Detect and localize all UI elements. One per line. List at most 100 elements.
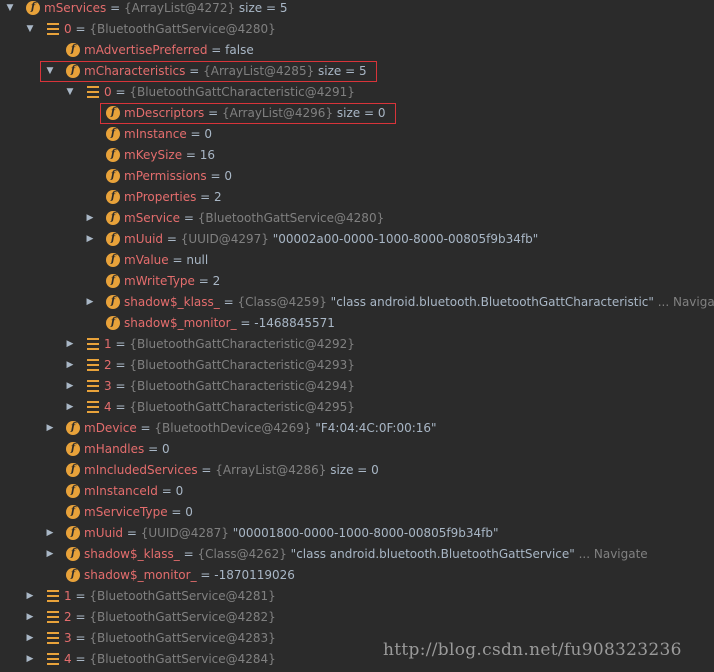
collapsed-arrow-icon[interactable]: ▶ — [44, 418, 56, 439]
variable-value: "00002a00-0000-1000-8000-00805f9b34fb" — [272, 232, 539, 246]
collapsed-arrow-icon[interactable]: ▶ — [24, 649, 36, 670]
variable-label: 4 = {BluetoothGattService@4284} — [64, 652, 276, 666]
variable-reference: {BluetoothGattService@4280} — [197, 211, 385, 225]
variable-label: 4 = {BluetoothGattCharacteristic@4295} — [104, 400, 355, 414]
tree-row[interactable]: ▼ 0 = {BluetoothGattService@4280} — [0, 19, 714, 40]
collapsed-arrow-icon[interactable]: ▶ — [24, 628, 36, 649]
variable-name: mIncludedServices — [84, 463, 198, 477]
tree-row[interactable]: f mWriteType = 2 — [0, 271, 714, 292]
variable-reference: {BluetoothGattCharacteristic@4295} — [129, 400, 355, 414]
variable-name: shadow$_klass_ — [124, 295, 220, 309]
tree-row[interactable]: ▶ f mUuid = {UUID@4297} "00002a00-0000-100… — [0, 229, 714, 250]
tree-row[interactable]: ▶ 4 = {BluetoothGattCharacteristic@4295} — [0, 397, 714, 418]
tree-row[interactable]: f mIncludedServices = {ArrayList@4286} si… — [0, 460, 714, 481]
variable-label: mInstanceId = 0 — [84, 484, 184, 498]
tree-row[interactable]: f mHandles = 0 — [0, 439, 714, 460]
variable-name: mProperties — [124, 190, 197, 204]
variable-value: 0 — [224, 169, 232, 183]
tree-row[interactable]: ▶ f mDevice = {BluetoothDevice@4269} "F4:0… — [0, 418, 714, 439]
expanded-arrow-icon[interactable]: ▼ — [4, 0, 16, 19]
tree-row[interactable]: f mPermissions = 0 — [0, 166, 714, 187]
tree-row[interactable]: ▶ 1 = {BluetoothGattService@4281} — [0, 586, 714, 607]
tree-row[interactable]: ▶ f shadow$_klass_ = {Class@4259} "class a… — [0, 292, 714, 313]
tree-row[interactable]: f mKeySize = 16 — [0, 145, 714, 166]
variable-name: 4 — [104, 400, 112, 414]
collapsed-arrow-icon[interactable]: ▶ — [84, 292, 96, 313]
variable-name: mWriteType — [124, 274, 195, 288]
field-icon: f — [106, 253, 120, 267]
tree-row[interactable]: ▶ 3 = {BluetoothGattCharacteristic@4294} — [0, 376, 714, 397]
variable-name: 3 — [104, 379, 112, 393]
variable-name: mInstance — [124, 127, 187, 141]
collapsed-arrow-icon[interactable]: ▶ — [44, 544, 56, 565]
tree-row[interactable]: f shadow$_monitor_ = -1468845571 — [0, 313, 714, 334]
expanded-arrow-icon[interactable]: ▼ — [24, 19, 36, 40]
variable-name: 2 — [104, 358, 112, 372]
variable-value: 2 — [214, 190, 222, 204]
collapsed-arrow-icon[interactable]: ▶ — [64, 355, 76, 376]
navigate-link[interactable]: ... Navigate — [575, 547, 648, 561]
variable-reference: {BluetoothGattService@4282} — [89, 610, 276, 624]
field-icon: f — [66, 526, 80, 540]
variable-label: shadow$_monitor_ = -1870119026 — [84, 568, 295, 582]
variable-label: mValue = null — [124, 253, 209, 267]
tree-row[interactable]: ▶ f mService = {BluetoothGattService@4280} — [0, 208, 714, 229]
variable-label: mService = {BluetoothGattService@4280} — [124, 211, 385, 225]
variable-name: mUuid — [84, 526, 124, 540]
variable-name: mPermissions — [124, 169, 207, 183]
variable-name: mInstanceId — [84, 484, 158, 498]
field-icon: f — [66, 547, 80, 561]
list-item-icon — [47, 653, 59, 665]
variable-reference: {ArrayList@4286} — [215, 463, 327, 477]
field-icon: f — [106, 148, 120, 162]
tree-row[interactable]: f mInstanceId = 0 — [0, 481, 714, 502]
variable-reference: {BluetoothGattService@4280} — [89, 22, 276, 36]
field-icon: f — [66, 484, 80, 498]
tree-row[interactable]: ▼ f mServices = {ArrayList@4272} size = 5 — [0, 0, 714, 19]
variable-reference: {Class@4262} — [197, 547, 287, 561]
tree-row[interactable]: f mProperties = 2 — [0, 187, 714, 208]
variable-name: mService — [124, 211, 181, 225]
tree-row[interactable]: ▶ f mUuid = {UUID@4287} "00001800-0000-100… — [0, 523, 714, 544]
collapsed-arrow-icon[interactable]: ▶ — [64, 376, 76, 397]
collapsed-arrow-icon[interactable]: ▶ — [44, 523, 56, 544]
variable-reference: {ArrayList@4272} — [123, 1, 236, 15]
tree-row[interactable]: ▼ 0 = {BluetoothGattCharacteristic@4291} — [0, 82, 714, 103]
variable-reference: {BluetoothDevice@4269} — [154, 421, 312, 435]
variable-reference: {BluetoothGattCharacteristic@4293} — [129, 358, 355, 372]
tree-row[interactable]: f mAdvertisePreferred = false — [0, 40, 714, 61]
tree-row[interactable]: f mInstance = 0 — [0, 124, 714, 145]
list-item-icon — [87, 401, 99, 413]
tree-row[interactable]: ▶ 1 = {BluetoothGattCharacteristic@4292} — [0, 334, 714, 355]
variable-label: mHandles = 0 — [84, 442, 170, 456]
tree-row[interactable]: f shadow$_monitor_ = -1870119026 — [0, 565, 714, 586]
variable-name: mKeySize — [124, 148, 183, 162]
variable-name: mDevice — [84, 421, 137, 435]
tree-row[interactable]: ▶ f shadow$_klass_ = {Class@4262} "class a… — [0, 544, 714, 565]
navigate-link[interactable]: ... Navigate — [654, 295, 714, 309]
tree-row[interactable]: f mValue = null — [0, 250, 714, 271]
collapsed-arrow-icon[interactable]: ▶ — [24, 607, 36, 628]
variable-value: 2 — [212, 274, 221, 288]
variable-label: mWriteType = 2 — [124, 274, 221, 288]
expanded-arrow-icon[interactable]: ▼ — [64, 82, 76, 103]
field-icon: f — [66, 421, 80, 435]
collapsed-arrow-icon[interactable]: ▶ — [64, 334, 76, 355]
collapsed-arrow-icon[interactable]: ▶ — [24, 586, 36, 607]
variable-value: 0 — [185, 505, 193, 519]
list-item-icon — [47, 590, 59, 602]
collapsed-arrow-icon[interactable]: ▶ — [64, 397, 76, 418]
field-icon: f — [106, 211, 120, 225]
variable-label: mPermissions = 0 — [124, 169, 232, 183]
variable-value: 0 — [175, 484, 184, 498]
tree-row[interactable]: ▶ 2 = {BluetoothGattService@4282} — [0, 607, 714, 628]
variable-label: 3 = {BluetoothGattCharacteristic@4294} — [104, 379, 355, 393]
tree-row[interactable]: f mServiceType = 0 — [0, 502, 714, 523]
collapsed-arrow-icon[interactable]: ▶ — [84, 229, 96, 250]
tree-row[interactable]: ▶ 2 = {BluetoothGattCharacteristic@4293} — [0, 355, 714, 376]
field-icon: f — [66, 442, 80, 456]
variable-name: 1 — [64, 589, 72, 603]
variable-value: -1870119026 — [214, 568, 295, 582]
variable-label: 0 = {BluetoothGattService@4280} — [64, 22, 276, 36]
collapsed-arrow-icon[interactable]: ▶ — [84, 208, 96, 229]
